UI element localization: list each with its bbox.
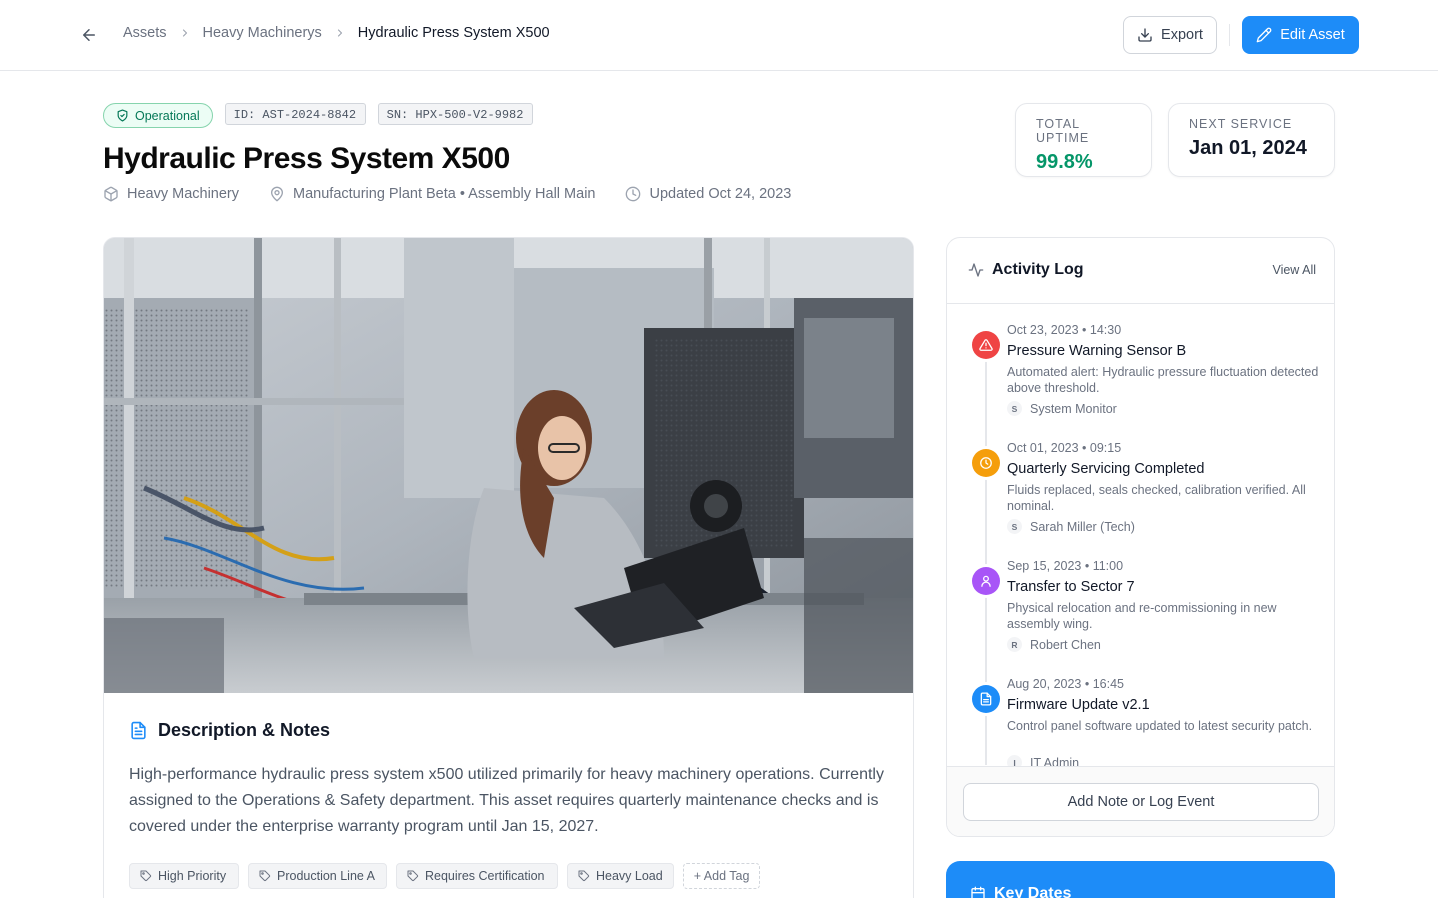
document-icon xyxy=(129,721,148,740)
tag-icon xyxy=(407,870,419,882)
meta-location: Manufacturing Plant Beta • Assembly Hall… xyxy=(269,186,595,202)
chevron-right-icon xyxy=(334,27,346,39)
event-description: Control panel software updated to latest… xyxy=(1007,719,1313,733)
description-heading: Description & Notes xyxy=(129,720,330,741)
meta-updated: Updated Oct 24, 2023 xyxy=(625,186,791,202)
event-timestamp: Sep 15, 2023 • 11:00 xyxy=(1007,559,1124,573)
activity-header: Activity Log View All xyxy=(947,238,1334,304)
activity-title: Activity Log xyxy=(968,261,1084,279)
tag-high-priority[interactable]: High Priority xyxy=(129,863,239,889)
page-title: Hydraulic Press System X500 xyxy=(103,142,510,175)
tag-production-line[interactable]: Production Line A xyxy=(248,863,387,889)
tag-label: High Priority xyxy=(158,868,227,883)
chevron-right-icon xyxy=(179,27,191,39)
toolbar-divider xyxy=(1229,24,1230,46)
event-user: I IT Admin xyxy=(1007,755,1079,766)
event-user-name: System Monitor xyxy=(1030,401,1117,416)
shield-check-icon xyxy=(116,109,129,122)
asset-badges: Operational ID: AST-2024-8842 SN: HPX-50… xyxy=(103,103,533,128)
tag-icon xyxy=(578,870,590,882)
download-icon xyxy=(1137,27,1153,43)
tag-icon xyxy=(140,870,152,882)
export-button[interactable]: Export xyxy=(1123,16,1217,54)
event-title: Transfer to Sector 7 xyxy=(1007,579,1135,595)
uptime-stat-card: TOTAL UPTIME 99.8% xyxy=(1015,103,1152,177)
breadcrumb: Assets Heavy Machinerys Hydraulic Press … xyxy=(123,25,550,41)
tag-label: Requires Certification xyxy=(425,868,545,883)
user-icon xyxy=(972,567,1000,595)
alert-triangle-icon xyxy=(972,331,1000,359)
event-timestamp: Oct 23, 2023 • 14:30 xyxy=(1007,323,1122,337)
calendar-icon xyxy=(970,886,986,898)
event-user: S Sarah Miller (Tech) xyxy=(1007,519,1135,534)
activity-pulse-icon xyxy=(968,262,984,278)
breadcrumb-heavy-machinery[interactable]: Heavy Machinerys xyxy=(203,25,322,41)
serial-number-badge: SN: HPX-500-V2-9982 xyxy=(377,103,533,125)
activity-log-card: Activity Log View All Oct 23, 2023 • 14:… xyxy=(946,237,1335,837)
tag-icon xyxy=(259,870,271,882)
asset-main-card: Description & Notes High-performance hyd… xyxy=(103,237,914,898)
event-user: S System Monitor xyxy=(1007,401,1117,416)
key-dates-title: Key Dates xyxy=(970,885,1071,898)
avatar: I xyxy=(1007,755,1022,766)
event-description: Fluids replaced, seals checked, calibrat… xyxy=(1007,483,1306,513)
back-arrow-icon[interactable] xyxy=(78,24,100,46)
map-pin-icon xyxy=(269,186,285,202)
key-dates-card: Key Dates xyxy=(946,861,1335,898)
event-title: Pressure Warning Sensor B xyxy=(1007,343,1187,359)
top-bar: Assets Heavy Machinerys Hydraulic Press … xyxy=(0,0,1438,71)
tag-label: Heavy Load xyxy=(596,868,663,883)
event-user: R Robert Chen xyxy=(1007,637,1101,652)
export-label: Export xyxy=(1161,27,1203,43)
box-icon xyxy=(103,186,119,202)
edit-asset-button[interactable]: Edit Asset xyxy=(1242,16,1359,54)
status-label: Operational xyxy=(135,108,200,123)
tag-label: Production Line A xyxy=(277,868,375,883)
event-timestamp: Oct 01, 2023 • 09:15 xyxy=(1007,441,1122,455)
breadcrumb-assets[interactable]: Assets xyxy=(123,25,167,41)
avatar: R xyxy=(1007,637,1022,652)
clock-icon xyxy=(972,449,1000,477)
avatar: S xyxy=(1007,401,1022,416)
activity-title-text: Activity Log xyxy=(992,261,1084,278)
tag-heavy-load[interactable]: Heavy Load xyxy=(567,863,674,889)
event-description: Automated alert: Hydraulic pressure fluc… xyxy=(1007,365,1319,395)
asset-photo xyxy=(104,238,913,693)
uptime-value: 99.8% xyxy=(1036,151,1093,173)
asset-meta: Heavy Machinery Manufacturing Plant Beta… xyxy=(103,186,821,202)
key-dates-title-text: Key Dates xyxy=(994,885,1072,898)
next-service-value: Jan 01, 2024 xyxy=(1189,137,1307,159)
asset-id-badge: ID: AST-2024-8842 xyxy=(224,103,366,125)
add-tag-button[interactable]: + Add Tag xyxy=(682,863,761,889)
tag-requires-certification[interactable]: Requires Certification xyxy=(396,863,558,889)
next-service-stat-card: NEXT SERVICE Jan 01, 2024 xyxy=(1168,103,1335,177)
event-user-name: Robert Chen xyxy=(1030,637,1101,652)
view-all-link[interactable]: View All xyxy=(1272,263,1316,277)
add-note-button[interactable]: Add Note or Log Event xyxy=(963,783,1319,821)
pencil-icon xyxy=(1256,27,1272,43)
next-service-label: NEXT SERVICE xyxy=(1189,117,1293,131)
event-title: Quarterly Servicing Completed xyxy=(1007,461,1205,477)
description-text: High-performance hydraulic press system … xyxy=(129,766,884,835)
category-text: Heavy Machinery xyxy=(127,186,240,202)
location-text: Manufacturing Plant Beta • Assembly Hall… xyxy=(293,186,596,202)
status-badge: Operational xyxy=(103,103,213,128)
breadcrumb-current: Hydraulic Press System X500 xyxy=(357,25,550,41)
description-title: Description & Notes xyxy=(158,720,331,740)
tag-list: High Priority Production Line A Requires… xyxy=(129,863,761,889)
avatar: S xyxy=(1007,519,1022,534)
activity-footer: Add Note or Log Event xyxy=(947,766,1334,836)
event-title: Firmware Update v2.1 xyxy=(1007,697,1150,713)
updated-text: Updated Oct 24, 2023 xyxy=(649,186,792,202)
event-user-name: IT Admin xyxy=(1030,755,1080,767)
event-timestamp: Aug 20, 2023 • 16:45 xyxy=(1007,677,1124,691)
clock-icon xyxy=(625,186,641,202)
edit-asset-label: Edit Asset xyxy=(1280,27,1345,43)
uptime-label: TOTAL UPTIME xyxy=(1036,117,1090,145)
event-user-name: Sarah Miller (Tech) xyxy=(1030,519,1135,534)
activity-timeline[interactable]: Oct 23, 2023 • 14:30 Pressure Warning Se… xyxy=(947,305,1334,766)
meta-category: Heavy Machinery xyxy=(103,186,239,202)
document-icon xyxy=(972,685,1000,713)
event-description: Physical relocation and re-commissioning… xyxy=(1007,601,1277,631)
